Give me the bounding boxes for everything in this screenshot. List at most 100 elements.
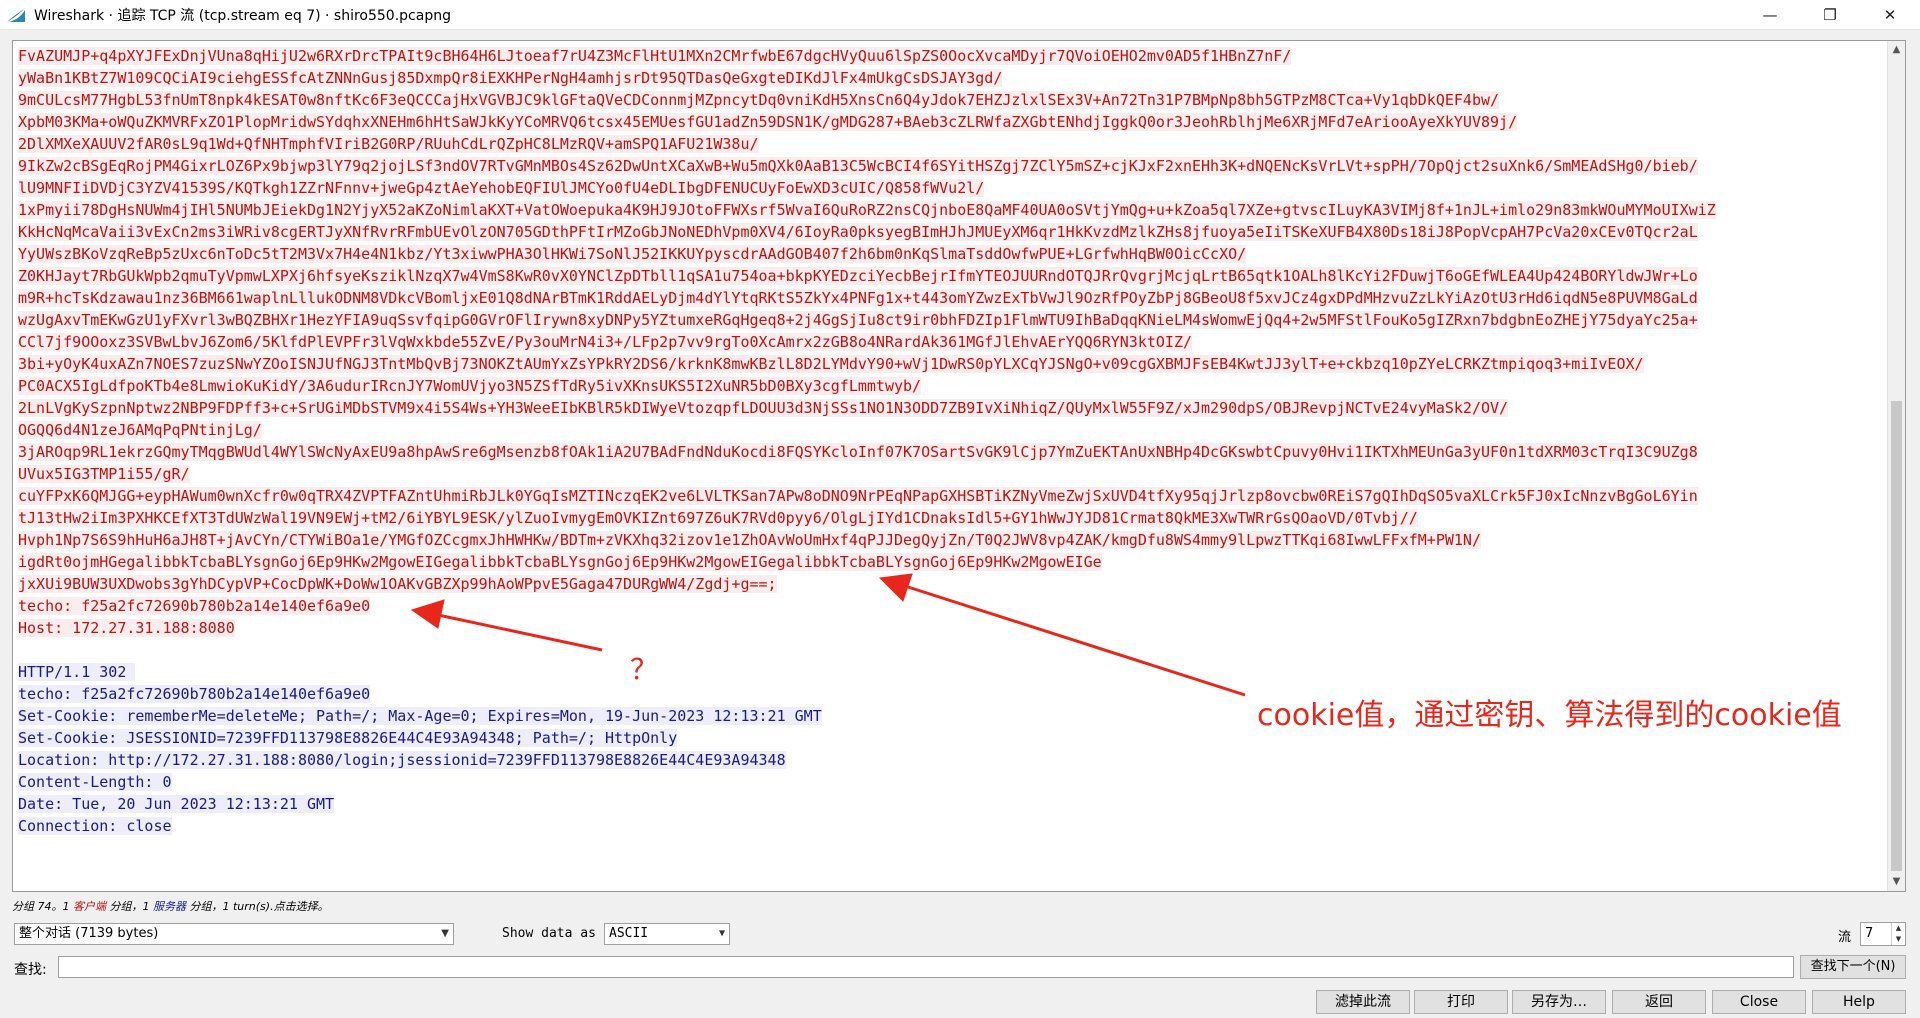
help-button[interactable]: Help	[1812, 990, 1906, 1014]
client-stream-line: OGQQ6d4N1zeJ6AMqPqPNtinjLg/	[18, 419, 1880, 441]
show-data-value: ASCII	[609, 926, 649, 941]
client-text: YyUWszBKoVzqReBp5zUxc6nToDc5tT2M3Vx7H4e4…	[18, 245, 1247, 263]
status-text-1: 分组 74。1	[12, 900, 73, 913]
client-stream-line: KkHcNqMcaVaii3vExCn2ms3iWRiv8cgERTJyXNfR…	[18, 221, 1880, 243]
stream-content-panel[interactable]: FvAZUMJP+q4pXYJFExDnjVUna8qHijU2w6RXrDrc…	[12, 40, 1906, 892]
server-stream-line: Content-Length: 0	[18, 771, 1880, 793]
client-stream-line: 9mCULcsM77HgbL53fnUmT8npk4kESAT0w8nftKc6…	[18, 89, 1880, 111]
server-stream-line: Location: http://172.27.31.188:8080/logi…	[18, 749, 1880, 771]
stream-spinbox[interactable]: 7 ▲ ▼	[1860, 922, 1906, 946]
server-text: HTTP/1.1 302	[18, 663, 136, 681]
scroll-up-icon[interactable]: ▲	[1888, 41, 1905, 59]
status-text-3: 分组，1 turn(s).点击选择。	[186, 900, 329, 913]
close-window-button[interactable]: ✕	[1860, 0, 1920, 30]
question-mark-annotation: ？	[630, 653, 659, 686]
find-next-button[interactable]: 查找下一个(N)	[1800, 955, 1906, 979]
client-text: OGQQ6d4N1zeJ6AMqPqPNtinjLg/	[18, 421, 262, 439]
server-text: Connection: close	[18, 817, 172, 835]
client-text: jxXUi9BUW3UXDwobs3gYhDCypVP+CocDpWK+DoWw…	[18, 575, 777, 593]
cookie-annotation: cookie值，通过密钥、算法得到的cookie值	[1257, 698, 1842, 733]
show-data-select[interactable]: ASCII ▼	[604, 923, 730, 945]
client-stream-line: YyUWszBKoVzqReBp5zUxc6nToDc5tT2M3Vx7H4e4…	[18, 243, 1880, 265]
client-text: igdRt0ojmHGegalibbkTcbaBLYsgnGoj6Ep9HKw2…	[18, 553, 1102, 571]
client-text: cuYFPxK6QMJGG+eypHAWum0wnXcfr0w0qTRX4ZVP…	[18, 487, 1698, 505]
vertical-scrollbar[interactable]: ▲ ▼	[1887, 41, 1905, 891]
scroll-thumb[interactable]	[1891, 401, 1902, 871]
client-stream-line: 2DlXMXeXAUUV2fAR0sL9q1Wd+QfNHTmphfVIriB2…	[18, 133, 1880, 155]
client-stream-line: techo: f25a2fc72690b780b2a14e140ef6a9e0	[18, 595, 1880, 617]
chevron-down-icon: ▼	[441, 928, 449, 939]
status-line: 分组 74。1 客户端 分组，1 服务器 分组，1 turn(s).点击选择。	[12, 898, 329, 914]
client-stream-line: Host: 172.27.31.188:8080	[18, 617, 1880, 639]
server-text: Set-Cookie: rememberMe=deleteMe; Path=/;…	[18, 707, 822, 725]
print-button[interactable]: 打印	[1414, 990, 1508, 1014]
server-text: Date: Tue, 20 Jun 2023 12:13:21 GMT	[18, 795, 335, 813]
client-text: Host: 172.27.31.188:8080	[18, 619, 235, 637]
stream-spinbox-value: 7	[1865, 926, 1874, 941]
server-stream-line: Date: Tue, 20 Jun 2023 12:13:21 GMT	[18, 793, 1880, 815]
client-stream-line: XpbM03KMa+oWQuZKMVRFxZO1PlopMridwSYdqhxX…	[18, 111, 1880, 133]
server-text: Set-Cookie: JSESSIONID=7239FFD113798E882…	[18, 729, 678, 747]
close-button[interactable]: Close	[1712, 990, 1806, 1014]
client-text: 9mCULcsM77HgbL53fnUmT8npk4kESAT0w8nftKc6…	[18, 91, 1500, 109]
spin-up-icon[interactable]: ▲	[1891, 923, 1905, 934]
client-text: wzUgAxvTmEKwGzU1yFXvrl3wBQZBHXr1HezYFIA9…	[18, 311, 1698, 329]
status-text-2: 分组，1	[106, 900, 153, 913]
server-text: techo: f25a2fc72690b780b2a14e140ef6a9e0	[18, 685, 371, 703]
title-bar: Wireshark · 追踪 TCP 流 (tcp.stream eq 7) ·…	[0, 0, 1920, 30]
back-button[interactable]: 返回	[1612, 990, 1706, 1014]
maximize-button[interactable]: ❐	[1800, 0, 1860, 30]
client-stream-line: 2LnLVgKySzpnNptwz2NBP9FDPff3+c+SrUGiMDbS…	[18, 397, 1880, 419]
client-stream-line: 3jAROqp9RL1ekrzGQmyTMqgBWUdl4WYlSWcNyAxE…	[18, 441, 1880, 463]
client-text: Hvph1Np7S6S9hHuH6aJH8T+jAvCYn/CTYWiBOa1e…	[18, 531, 1481, 549]
client-stream-line: yWaBn1KBtZ7W109CQCiAI9ciehgESSfcAtZNNnGu…	[18, 67, 1880, 89]
client-stream-line: Z0KHJayt7RbGUkWpb2qmuTyVpmwLXPXj6hfsyeKs…	[18, 265, 1880, 287]
client-stream-line: m9R+hcTsKdzawau1nz36BM661waplnLllukODNM8…	[18, 287, 1880, 309]
scroll-down-icon[interactable]: ▼	[1888, 873, 1905, 891]
client-stream-line: 9IkZw2cBSgEqRojPM4GixrLOZ6Px9bjwp3lY79q2…	[18, 155, 1880, 177]
client-text: XpbM03KMa+oWQuZKMVRFxZO1PlopMridwSYdqhxX…	[18, 113, 1518, 131]
client-stream-line: 1xPmyii78DgHsNUWm4jIHl5NUMbJEiekDg1N2Yjy…	[18, 199, 1880, 221]
client-text: 1xPmyii78DgHsNUWm4jIHl5NUMbJEiekDg1N2Yjy…	[18, 201, 1716, 219]
client-stream-line: FvAZUMJP+q4pXYJFExDnjVUna8qHijU2w6RXrDrc…	[18, 45, 1880, 67]
server-text: Content-Length: 0	[18, 773, 172, 791]
server-stream-line: Connection: close	[18, 815, 1880, 837]
client-stream-line: PC0ACX5IgLdfpoKTb4e8LmwioKuKidY/3A6udurI…	[18, 375, 1880, 397]
status-client-word: 客户端	[73, 900, 106, 913]
client-text: tJ13tHw2iIm3PXHKCEfXT3TdUWzWal19VN9EWj+t…	[18, 509, 1418, 527]
window-title: Wireshark · 追踪 TCP 流 (tcp.stream eq 7) ·…	[34, 7, 451, 24]
client-stream-line: UVux5IG3TMP1i55/gR/	[18, 463, 1880, 485]
client-text: KkHcNqMcaVaii3vExCn2ms3iWRiv8cgERTJyXNfR…	[18, 223, 1698, 241]
client-text: 2DlXMXeXAUUV2fAR0sL9q1Wd+QfNHTmphfVIriB2…	[18, 135, 759, 153]
conversation-select[interactable]: 整个对话 (7139 bytes) ▼	[14, 923, 454, 945]
server-stream-line: HTTP/1.1 302	[18, 661, 1880, 683]
client-text: CCl7jf9OOoxz3SVBwLbvJ6Zom6/5KlfdPlEVPFr3…	[18, 333, 1192, 351]
client-stream-line: jxXUi9BUW3UXDwobs3gYhDCypVP+CocDpWK+DoWw…	[18, 573, 1880, 595]
save-as-button[interactable]: 另存为…	[1512, 990, 1606, 1014]
wireshark-fin-icon	[7, 7, 25, 22]
server-text: Location: http://172.27.31.188:8080/logi…	[18, 751, 786, 769]
find-input[interactable]	[58, 956, 1794, 978]
client-text: 3jAROqp9RL1ekrzGQmyTMqgBWUdl4WYlSWcNyAxE…	[18, 443, 1698, 461]
stream-label: 流	[1838, 930, 1852, 945]
client-text: FvAZUMJP+q4pXYJFExDnjVUna8qHijU2w6RXrDrc…	[18, 47, 1292, 65]
find-label: 查找:	[14, 962, 47, 978]
client-stream-line: Hvph1Np7S6S9hHuH6aJH8T+jAvCYn/CTYWiBOa1e…	[18, 529, 1880, 551]
client-text: Z0KHJayt7RbGUkWpb2qmuTyVpmwLXPXj6hfsyeKs…	[18, 267, 1698, 285]
client-text: yWaBn1KBtZ7W109CQCiAI9ciehgESSfcAtZNNnGu…	[18, 69, 1003, 87]
spin-down-icon[interactable]: ▼	[1891, 934, 1905, 945]
client-text: 3bi+yOyK4uxAZn7NOES7zuzSNwYZOoISNJUfNGJ3…	[18, 355, 1644, 373]
show-data-label: Show data as	[502, 926, 596, 941]
client-stream-line: CCl7jf9OOoxz3SVBwLbvJ6Zom6/5KlfdPlEVPFr3…	[18, 331, 1880, 353]
filter-out-button[interactable]: 滤掉此流	[1316, 990, 1410, 1014]
client-stream-line: cuYFPxK6QMJGG+eypHAWum0wnXcfr0w0qTRX4ZVP…	[18, 485, 1880, 507]
chevron-down-icon: ▼	[718, 928, 725, 939]
client-stream-line: wzUgAxvTmEKwGzU1yFXvrl3wBQZBHXr1HezYFIA9…	[18, 309, 1880, 331]
client-text: lU9MNFIiDVDjC3YZV41539S/KQTkgh1ZZrNFnnv+…	[18, 179, 985, 197]
minimize-button[interactable]: —	[1740, 0, 1800, 30]
client-stream-line: lU9MNFIiDVDjC3YZV41539S/KQTkgh1ZZrNFnnv+…	[18, 177, 1880, 199]
conversation-select-value: 整个对话 (7139 bytes)	[19, 926, 159, 941]
client-text: techo: f25a2fc72690b780b2a14e140ef6a9e0	[18, 597, 371, 615]
status-server-word: 服务器	[153, 900, 186, 913]
